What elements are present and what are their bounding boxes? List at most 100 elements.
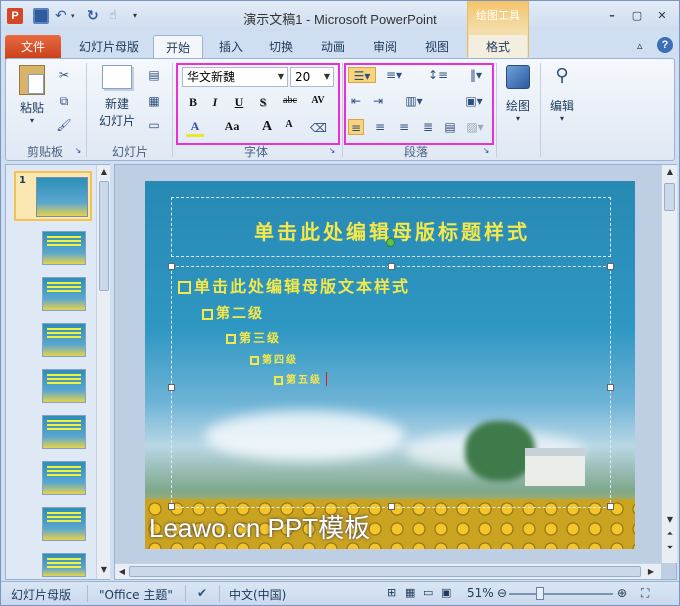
distributed-icon[interactable]: ▤: [442, 119, 458, 135]
body-placeholder[interactable]: 单击此处编辑母版文本样式 第二级 第三级 第四级 第五级: [168, 263, 614, 510]
spell-check-icon[interactable]: ✔: [197, 586, 207, 600]
grow-font-button[interactable]: A: [258, 119, 276, 137]
smartart-icon[interactable]: ▨▾: [464, 119, 486, 135]
font-name-field[interactable]: 华文新魏 ▼: [182, 67, 288, 87]
tab-format[interactable]: 格式: [469, 35, 527, 59]
resize-handle[interactable]: [388, 263, 395, 270]
slide-thumbnail-master[interactable]: 1: [14, 171, 92, 221]
zoom-level[interactable]: 51%: [467, 586, 494, 600]
resize-handle[interactable]: [168, 263, 175, 270]
scroll-up-icon[interactable]: ▲: [98, 167, 110, 176]
slide-thumbnail-layout[interactable]: [42, 461, 86, 495]
zoom-in-icon[interactable]: ⊕: [617, 586, 627, 600]
zoom-slider[interactable]: [509, 593, 613, 595]
resize-handle[interactable]: [607, 503, 614, 510]
slide-thumbnail-layout[interactable]: [42, 277, 86, 311]
previous-slide-icon[interactable]: ⏶: [664, 529, 676, 539]
editing-button[interactable]: ⚲ 编辑 ▾: [544, 65, 580, 123]
maximize-button[interactable]: ▢: [630, 9, 644, 22]
increase-indent-icon[interactable]: ⇥: [370, 93, 386, 109]
help-icon[interactable]: ?: [657, 37, 673, 53]
shadow-button[interactable]: S: [254, 95, 272, 113]
font-size-field[interactable]: 20 ▼: [290, 67, 334, 87]
slide-sorter-icon[interactable]: ▦: [405, 586, 415, 599]
font-color-button[interactable]: A: [186, 119, 204, 137]
copy-icon[interactable]: ⧉: [56, 93, 72, 109]
drawing-button[interactable]: 绘图 ▾: [500, 65, 536, 123]
scroll-right-icon[interactable]: ▶: [645, 567, 657, 576]
shrink-font-button[interactable]: A: [280, 119, 298, 137]
zoom-out-icon[interactable]: ⊖: [497, 586, 507, 600]
vertical-scrollbar[interactable]: ▲ ▼ ⏶ ⏷: [661, 165, 677, 563]
next-slide-icon[interactable]: ⏷: [664, 543, 676, 553]
tab-view[interactable]: 视图: [417, 35, 457, 59]
text-direction-icon[interactable]: ‖▾: [462, 67, 490, 83]
numbering-icon[interactable]: ≡▾: [380, 67, 408, 83]
slide-thumbnail-layout[interactable]: [42, 415, 86, 449]
scroll-thumb[interactable]: [129, 566, 641, 577]
section-icon[interactable]: ▭: [146, 117, 162, 133]
layout-icon[interactable]: ▤: [146, 67, 162, 83]
paragraph-launcher-icon[interactable]: ↘: [478, 143, 494, 159]
minimize-ribbon-icon[interactable]: ▵: [637, 39, 643, 52]
slide-thumbnail-layout[interactable]: [42, 231, 86, 265]
columns-icon[interactable]: ▥▾: [402, 93, 426, 109]
format-painter-icon[interactable]: 🖌: [56, 117, 72, 133]
justify-icon[interactable]: ≣: [420, 119, 436, 135]
language-label[interactable]: 中文(中国): [229, 586, 286, 603]
title-placeholder[interactable]: 单击此处编辑母版标题样式: [171, 197, 611, 257]
slide-thumbnail-layout[interactable]: [42, 369, 86, 403]
align-right-icon[interactable]: ≡: [396, 119, 412, 135]
reading-view-icon[interactable]: ▭: [423, 586, 433, 599]
normal-view-icon[interactable]: ⊞: [387, 586, 396, 599]
scroll-left-icon[interactable]: ◀: [116, 567, 128, 576]
bullets-icon[interactable]: ☰▾: [348, 67, 376, 83]
align-center-icon[interactable]: ≡: [372, 119, 388, 135]
scroll-up-icon[interactable]: ▲: [664, 167, 676, 176]
minimize-button[interactable]: –: [605, 9, 619, 22]
italic-button[interactable]: I: [206, 95, 224, 113]
fit-to-window-icon[interactable]: ⛶: [641, 586, 649, 601]
align-left-icon[interactable]: ≡: [348, 119, 364, 135]
rotation-handle[interactable]: [386, 238, 395, 247]
bold-button[interactable]: B: [184, 95, 202, 113]
slideshow-icon[interactable]: ▣: [441, 586, 451, 599]
thumbnail-scrollbar[interactable]: ▲ ▼: [96, 165, 110, 579]
tab-file[interactable]: 文件: [5, 35, 61, 59]
font-launcher-icon[interactable]: ↘: [324, 143, 340, 159]
tab-home[interactable]: 开始: [153, 35, 203, 59]
horizontal-scrollbar[interactable]: ◀ ▶: [115, 563, 661, 579]
align-text-icon[interactable]: ▣▾: [460, 93, 488, 109]
tab-slide-master[interactable]: 幻灯片母版: [71, 35, 147, 59]
zoom-slider-knob[interactable]: [536, 587, 544, 600]
resize-handle[interactable]: [607, 263, 614, 270]
resize-handle[interactable]: [607, 384, 614, 391]
character-spacing-button[interactable]: AV: [306, 95, 330, 113]
tab-animations[interactable]: 动画: [313, 35, 353, 59]
scroll-thumb[interactable]: [664, 183, 675, 211]
close-button[interactable]: ✕: [655, 9, 669, 22]
scroll-down-icon[interactable]: ▼: [664, 515, 676, 524]
scroll-thumb[interactable]: [99, 181, 109, 291]
line-spacing-icon[interactable]: ↕≡: [424, 67, 452, 83]
clear-formatting-icon[interactable]: ⌫: [310, 120, 327, 136]
slide-thumbnail-layout[interactable]: [42, 323, 86, 357]
slide-canvas[interactable]: 单击此处编辑母版标题样式 单击此处编辑母版文本样式 第二级 第三级 第四级 第五…: [145, 181, 635, 549]
tab-review[interactable]: 审阅: [365, 35, 405, 59]
decrease-indent-icon[interactable]: ⇤: [348, 93, 364, 109]
change-case-button[interactable]: Aa: [220, 119, 244, 137]
tab-transitions[interactable]: 切换: [261, 35, 301, 59]
new-slide-button[interactable]: 新建 幻灯片: [92, 65, 142, 129]
resize-handle[interactable]: [168, 384, 175, 391]
paste-button[interactable]: 粘贴 ▾: [12, 65, 52, 125]
tab-insert[interactable]: 插入: [211, 35, 251, 59]
scroll-down-icon[interactable]: ▼: [98, 565, 110, 574]
theme-label[interactable]: "Office 主题": [99, 586, 173, 603]
strikethrough-button[interactable]: abc: [278, 95, 302, 113]
underline-button[interactable]: U: [230, 95, 248, 113]
resize-handle[interactable]: [388, 503, 395, 510]
slide-thumbnail-layout[interactable]: [42, 507, 86, 541]
clipboard-launcher-icon[interactable]: ↘: [70, 143, 86, 159]
cut-icon[interactable]: ✂: [56, 67, 72, 83]
slide-thumbnail-layout[interactable]: [42, 553, 86, 577]
